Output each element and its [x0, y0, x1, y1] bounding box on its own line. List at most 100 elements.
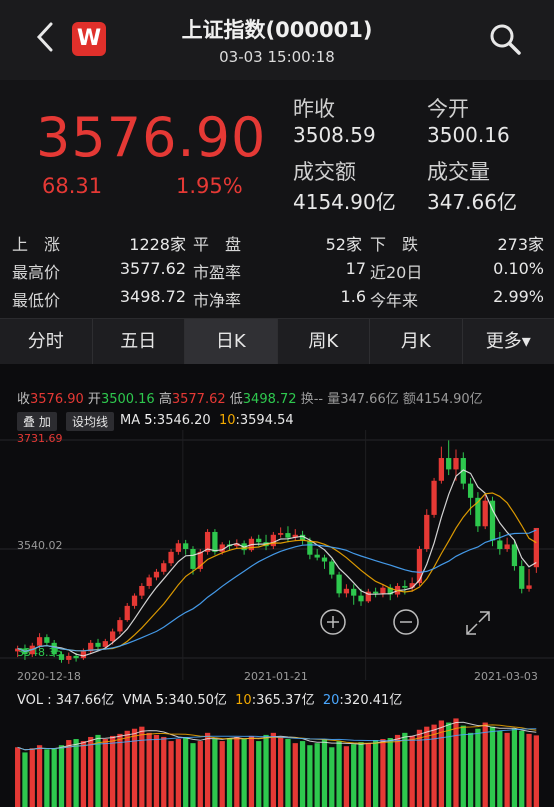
stat-down-value: 273家	[497, 235, 544, 254]
candlestick-plot[interactable]: 3731.693540.023348.35	[0, 430, 554, 680]
candle-body[interactable]	[402, 585, 408, 588]
candle-body[interactable]	[416, 549, 423, 584]
candle-body[interactable]	[329, 561, 335, 575]
volume-bar	[511, 728, 518, 807]
tab-daily-k[interactable]: 日K	[185, 319, 278, 365]
candle-body[interactable]	[358, 595, 364, 602]
vma10-label: 10	[235, 693, 252, 708]
candle-body[interactable]	[343, 588, 350, 594]
candle-body[interactable]	[270, 534, 276, 547]
candle-body[interactable]	[321, 557, 328, 562]
candle-body[interactable]	[467, 483, 474, 498]
high-label: 高	[158, 392, 172, 407]
candle-body[interactable]	[438, 458, 445, 481]
stat-20d-label: 近20日	[370, 263, 423, 282]
candle-body[interactable]	[139, 585, 145, 596]
candle-body[interactable]	[256, 538, 262, 543]
volume-plot[interactable]	[0, 708, 554, 807]
stat-ytd-value: 2.99%	[493, 287, 544, 306]
candle-body[interactable]	[117, 620, 123, 632]
volume-bar	[153, 734, 160, 807]
candle-body[interactable]	[446, 458, 452, 470]
zoom-out-icon[interactable]	[391, 607, 421, 637]
period-tabs: 分时 五日 日K 周K 月K 更多▾	[0, 318, 554, 366]
x-axis-label-mid: 2021-01-21	[244, 670, 308, 683]
ma-setting-button[interactable]: 设均线	[66, 412, 115, 431]
price-change: 68.31	[42, 174, 103, 198]
candle-body[interactable]	[146, 577, 152, 586]
volume-bar	[467, 732, 474, 807]
candle-body[interactable]	[183, 543, 189, 550]
candle-body[interactable]	[212, 531, 218, 552]
volume-bar	[139, 726, 145, 807]
overlay-button[interactable]: 叠 加	[17, 412, 57, 431]
candle-body[interactable]	[285, 533, 291, 538]
tab-five-day[interactable]: 五日	[93, 319, 185, 365]
candle-body[interactable]	[51, 642, 57, 655]
candle-body[interactable]	[307, 540, 313, 555]
candle-body[interactable]	[190, 549, 196, 569]
volume-bar	[51, 748, 57, 807]
vol-label: 量	[327, 392, 341, 407]
search-icon[interactable]	[488, 22, 522, 56]
page-title: 上证指数(000001)	[181, 18, 373, 42]
volume-bar	[394, 734, 401, 807]
candle-body[interactable]	[380, 587, 386, 594]
vma20-label: 20	[322, 693, 340, 708]
stat-down-label: 下 跌	[370, 235, 419, 254]
candle-body[interactable]	[424, 514, 430, 550]
candle-body[interactable]	[66, 655, 72, 660]
candle-body[interactable]	[511, 544, 518, 567]
candle-body[interactable]	[372, 591, 379, 594]
volume-bar	[190, 743, 196, 807]
candle-body[interactable]	[131, 595, 138, 606]
tab-intraday[interactable]: 分时	[0, 319, 93, 365]
volume-bar	[307, 745, 313, 807]
candle-body[interactable]	[58, 654, 65, 660]
candle-body[interactable]	[161, 563, 167, 572]
fullscreen-icon[interactable]	[464, 609, 492, 637]
candle-body[interactable]	[497, 540, 503, 550]
candle-body[interactable]	[109, 631, 116, 642]
candle-body[interactable]	[124, 605, 130, 621]
zoom-in-icon[interactable]	[318, 607, 348, 637]
candle-body[interactable]	[44, 637, 50, 643]
candle-body[interactable]	[533, 527, 539, 568]
volume-bar	[497, 730, 503, 807]
candle-body[interactable]	[102, 641, 108, 647]
candle-body[interactable]	[336, 574, 342, 594]
prev-close-label: 昨收	[293, 97, 335, 121]
candle-body[interactable]	[482, 500, 488, 527]
candle-body[interactable]	[453, 458, 459, 470]
candle-body[interactable]	[526, 585, 532, 589]
tab-monthly-k[interactable]: 月K	[370, 319, 463, 365]
candle-body[interactable]	[36, 637, 43, 646]
volume-bar	[489, 726, 496, 807]
candle-body[interactable]	[175, 543, 182, 552]
candle-body[interactable]	[168, 551, 174, 564]
volume-bar	[270, 732, 276, 807]
vma10-value: 365.37亿	[256, 693, 315, 708]
stat-high-label: 最高价	[12, 263, 61, 282]
candle-body[interactable]	[504, 544, 510, 550]
turnover-value: 4154.90亿	[293, 190, 396, 214]
candle-body[interactable]	[95, 642, 101, 647]
volume-bar	[226, 737, 233, 807]
tab-weekly-k[interactable]: 周K	[278, 319, 370, 365]
candle-body[interactable]	[519, 566, 525, 589]
open-value: 3500.16	[100, 392, 155, 407]
prev-close-value: 3508.59	[293, 123, 376, 147]
candle-body[interactable]	[73, 655, 79, 659]
vol-legend: VOL : 347.66亿 VMA 5:340.50亿 10:365.37亿 2…	[17, 693, 403, 708]
stat-20d-value: 0.10%	[493, 259, 544, 278]
candle-body[interactable]	[351, 588, 357, 596]
volume-bar	[212, 739, 218, 807]
volume-bar	[504, 732, 510, 807]
candle-body[interactable]	[431, 480, 437, 515]
volume-value: 347.66亿	[427, 190, 517, 214]
candle-body[interactable]	[278, 533, 284, 535]
volume-bar	[109, 735, 116, 807]
tab-more[interactable]: 更多▾	[463, 319, 554, 365]
candle-body[interactable]	[153, 571, 160, 578]
candle-body[interactable]	[314, 554, 320, 558]
